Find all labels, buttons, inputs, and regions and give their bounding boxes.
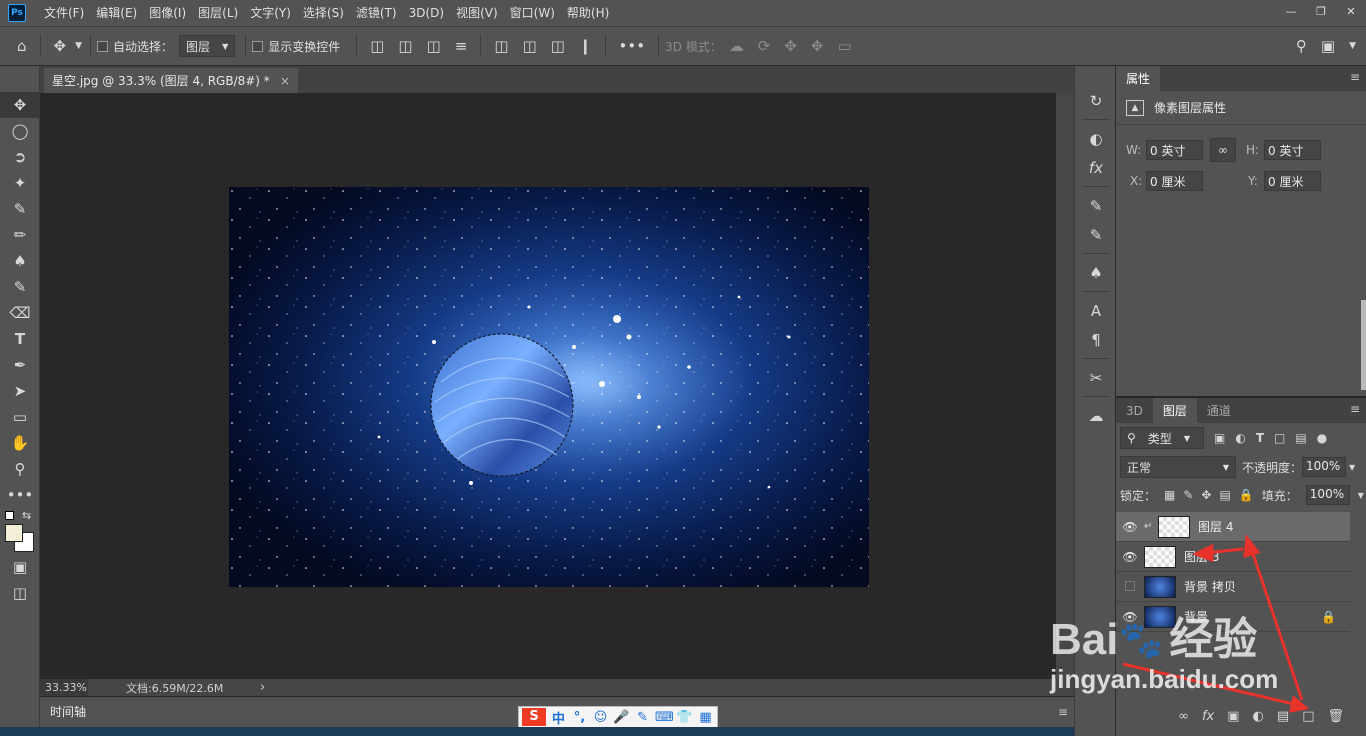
watermark-brand-right: 经验 <box>1169 615 1258 664</box>
watermark-url: jingyan.baidu.com <box>1050 664 1279 694</box>
baidu-watermark: Bai 🐾 经验 jingyan.baidu.com <box>1050 618 1278 695</box>
paw-icon: 🐾 <box>1118 619 1164 660</box>
watermark-brand-left: Bai <box>1050 615 1119 664</box>
